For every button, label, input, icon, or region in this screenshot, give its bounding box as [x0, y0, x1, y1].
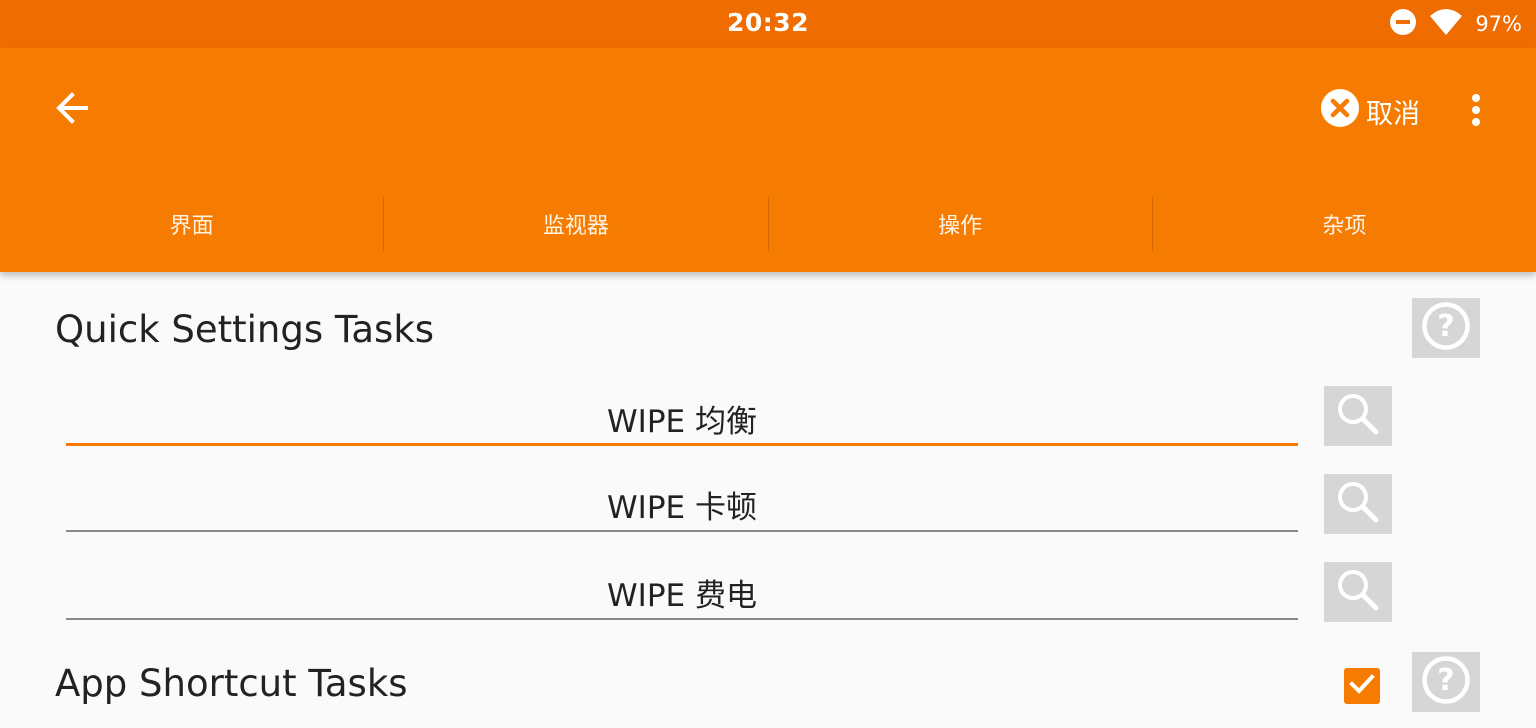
quick-settings-task-field-1[interactable]: WIPE 均衡 [66, 386, 1298, 446]
help-icon: ? [1421, 655, 1471, 709]
task-search-button-3[interactable] [1324, 562, 1392, 622]
do-not-disturb-icon [1389, 8, 1417, 40]
status-time: 20:32 [726, 8, 810, 37]
task-value: WIPE 卡顿 [607, 490, 757, 526]
cancel-button[interactable]: 取消 [1320, 88, 1420, 134]
svg-text:?: ? [1437, 663, 1454, 698]
task-value: WIPE 费电 [607, 578, 757, 614]
svg-text:?: ? [1437, 309, 1454, 344]
app-shortcut-title: App Shortcut Tasks [55, 662, 408, 705]
close-circle-icon [1320, 88, 1360, 135]
task-search-button-1[interactable] [1324, 386, 1392, 446]
task-search-button-2[interactable] [1324, 474, 1392, 534]
status-icons: 97% [1389, 8, 1522, 40]
tab-misc[interactable]: 杂项 [1151, 196, 1536, 252]
status-bar: 20:32 97% [0, 0, 1536, 48]
quick-settings-help-button[interactable]: ? [1412, 298, 1480, 358]
field-underline [66, 530, 1298, 532]
tab-monitor[interactable]: 监视器 [383, 196, 767, 252]
tab-bar: 界面 监视器 操作 杂项 [0, 196, 1536, 252]
field-underline [66, 618, 1298, 620]
field-underline [66, 443, 1298, 446]
battery-percentage: 97% [1475, 12, 1522, 36]
check-icon [1348, 670, 1376, 702]
app-shortcut-help-button[interactable]: ? [1412, 652, 1480, 712]
search-icon [1333, 565, 1383, 619]
quick-settings-task-field-3[interactable]: WIPE 费电 [66, 560, 1298, 620]
arrow-back-icon [54, 90, 90, 130]
app-bar: 取消 界面 监视器 操作 杂项 [0, 48, 1536, 272]
wifi-icon [1429, 8, 1463, 40]
search-icon [1333, 477, 1383, 531]
help-icon: ? [1421, 301, 1471, 355]
more-vert-icon [1471, 93, 1481, 131]
tab-interface[interactable]: 界面 [0, 196, 383, 252]
quick-settings-task-field-2[interactable]: WIPE 卡顿 [66, 472, 1298, 532]
quick-settings-title: Quick Settings Tasks [55, 308, 435, 351]
tab-actions[interactable]: 操作 [767, 196, 1152, 252]
cancel-label: 取消 [1366, 98, 1420, 130]
app-shortcut-checkbox[interactable] [1344, 668, 1380, 704]
task-value: WIPE 均衡 [607, 404, 757, 440]
overflow-menu-button[interactable] [1460, 88, 1492, 136]
back-button[interactable] [50, 88, 94, 132]
search-icon [1333, 389, 1383, 443]
